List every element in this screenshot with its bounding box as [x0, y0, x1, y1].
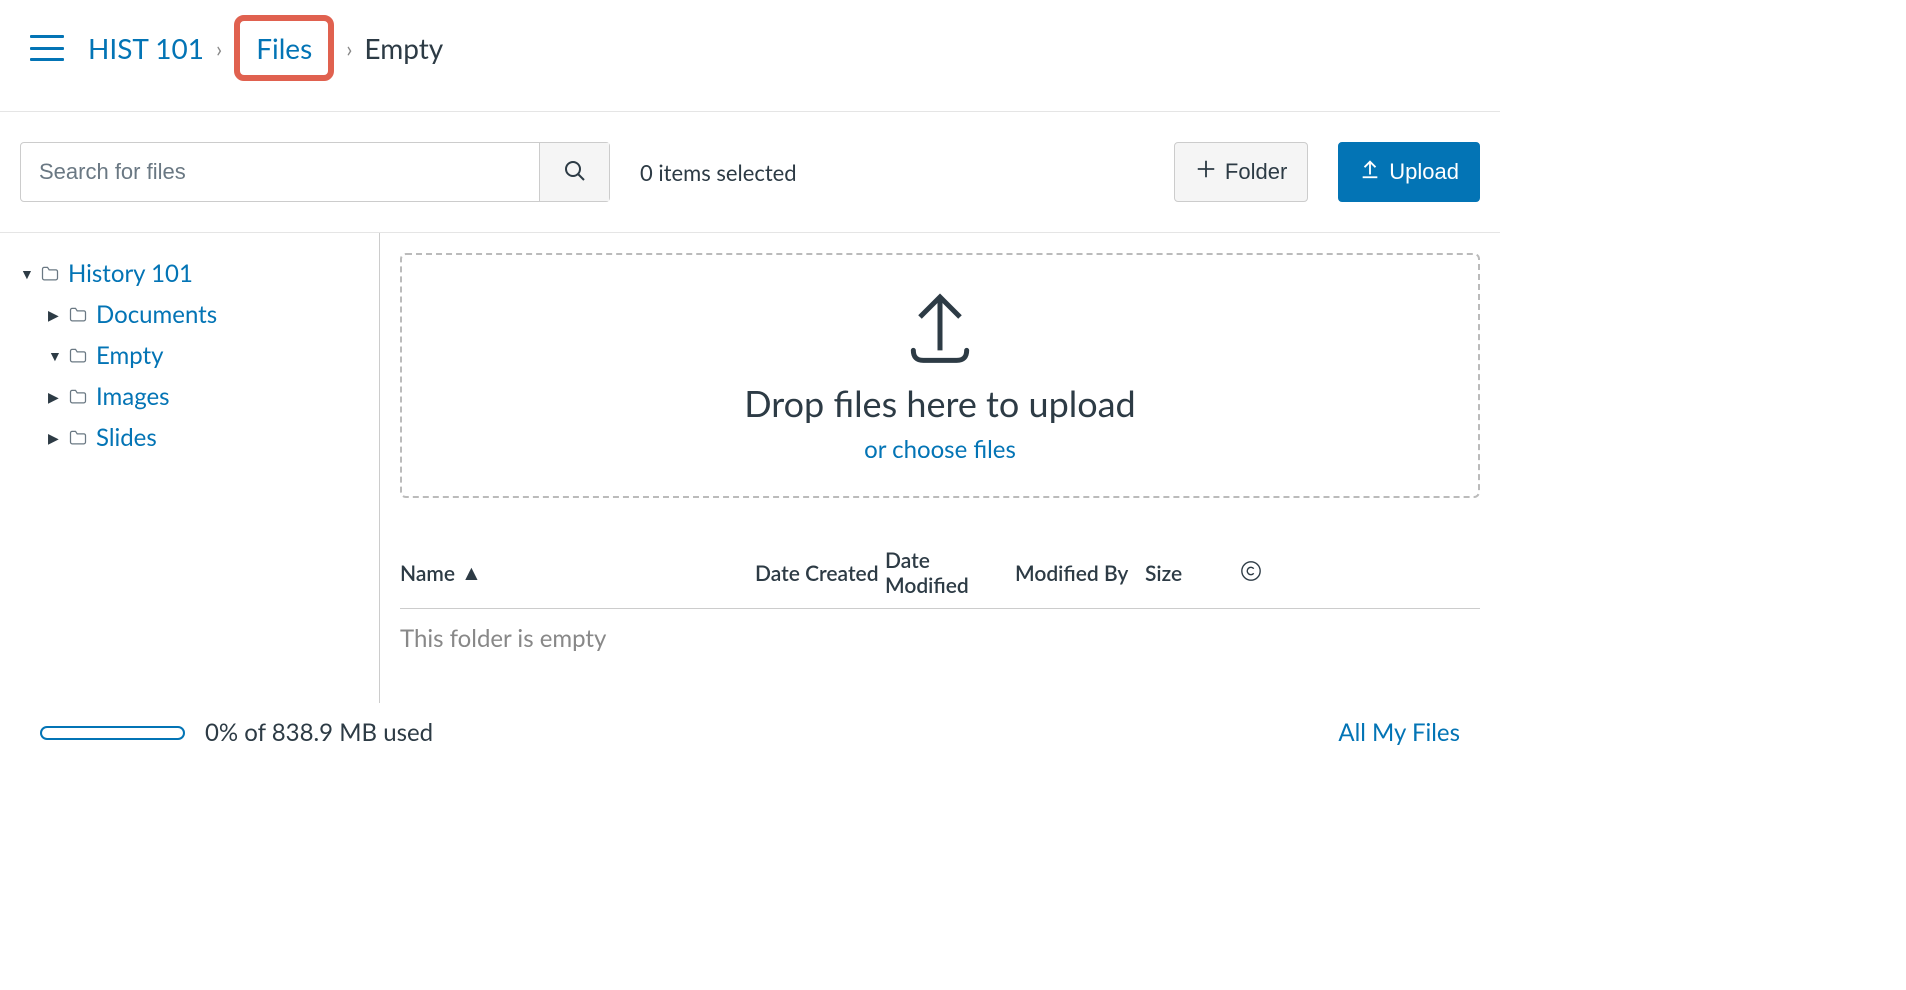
tree-item-label[interactable]: Empty — [96, 341, 164, 370]
expand-icon[interactable]: ▶ — [48, 306, 60, 324]
tree-root[interactable]: ▼ History 101 — [20, 253, 359, 294]
main-area: ▼ History 101 ▶ Documents ▼ — [0, 233, 1500, 703]
collapse-icon[interactable]: ▼ — [20, 265, 32, 282]
header-date-modified[interactable]: Date Modified — [885, 548, 1015, 598]
tree-item-documents[interactable]: ▶ Documents — [48, 294, 359, 335]
header-usage-rights[interactable] — [1240, 560, 1280, 587]
header-name[interactable]: Name ▲ — [400, 560, 755, 586]
upload-icon — [1359, 158, 1381, 186]
all-my-files-link[interactable]: All My Files — [1338, 718, 1460, 747]
upload-button[interactable]: Upload — [1338, 142, 1480, 202]
dropzone-title: Drop files here to upload — [744, 381, 1135, 425]
tree-item-empty[interactable]: ▼ Empty — [48, 335, 359, 376]
folder-icon — [68, 346, 88, 366]
toolbar: 0 items selected Folder Upload — [0, 112, 1500, 233]
collapse-icon[interactable]: ▼ — [48, 347, 60, 364]
file-dropzone[interactable]: Drop files here to upload or choose file… — [400, 253, 1480, 498]
expand-icon[interactable]: ▶ — [48, 429, 60, 447]
plus-icon — [1195, 158, 1217, 186]
footer: 0% of 838.9 MB used All My Files — [0, 703, 1500, 772]
folder-icon — [68, 428, 88, 448]
chevron-right-icon: › — [216, 35, 222, 62]
hamburger-menu-icon[interactable] — [30, 35, 64, 61]
breadcrumb-bar: HIST 101 › Files › Empty — [0, 0, 1500, 112]
items-selected-text: 0 items selected — [640, 159, 797, 186]
empty-folder-message: This folder is empty — [400, 609, 1480, 668]
search-wrap — [20, 142, 610, 202]
quota-text: 0% of 838.9 MB used — [205, 718, 433, 747]
tree-root-label[interactable]: History 101 — [68, 259, 193, 288]
expand-icon[interactable]: ▶ — [48, 388, 60, 406]
folder-icon — [68, 387, 88, 407]
breadcrumb-files-link[interactable]: Files — [256, 31, 312, 65]
table-header: Name ▲ Date Created Date Modified Modifi… — [400, 538, 1480, 609]
content-area: Drop files here to upload or choose file… — [380, 233, 1500, 703]
header-date-created[interactable]: Date Created — [755, 561, 885, 586]
upload-arrow-icon — [900, 287, 980, 371]
search-button[interactable] — [539, 143, 609, 201]
header-size[interactable]: Size — [1145, 561, 1240, 586]
quota-progress-bar — [40, 726, 185, 740]
upload-button-label: Upload — [1389, 159, 1459, 185]
highlight-annotation: Files — [234, 15, 334, 81]
tree-item-label[interactable]: Images — [96, 382, 170, 411]
folder-icon — [40, 264, 60, 284]
header-modified-by[interactable]: Modified By — [1015, 561, 1145, 586]
tree-item-slides[interactable]: ▶ Slides — [48, 417, 359, 458]
copyright-icon — [1240, 560, 1262, 587]
tree-item-images[interactable]: ▶ Images — [48, 376, 359, 417]
choose-files-link[interactable]: or choose files — [864, 435, 1016, 464]
sort-asc-icon: ▲ — [461, 560, 482, 586]
folder-button-label: Folder — [1225, 159, 1287, 185]
folder-icon — [68, 305, 88, 325]
add-folder-button[interactable]: Folder — [1174, 142, 1308, 202]
search-icon — [563, 159, 587, 186]
tree-item-label[interactable]: Documents — [96, 300, 217, 329]
folder-tree: ▼ History 101 ▶ Documents ▼ — [0, 233, 380, 703]
search-input[interactable] — [21, 143, 539, 201]
chevron-right-icon: › — [346, 35, 352, 62]
breadcrumb-current: Empty — [364, 31, 443, 65]
breadcrumb-course-link[interactable]: HIST 101 — [88, 31, 204, 65]
tree-item-label[interactable]: Slides — [96, 423, 157, 452]
